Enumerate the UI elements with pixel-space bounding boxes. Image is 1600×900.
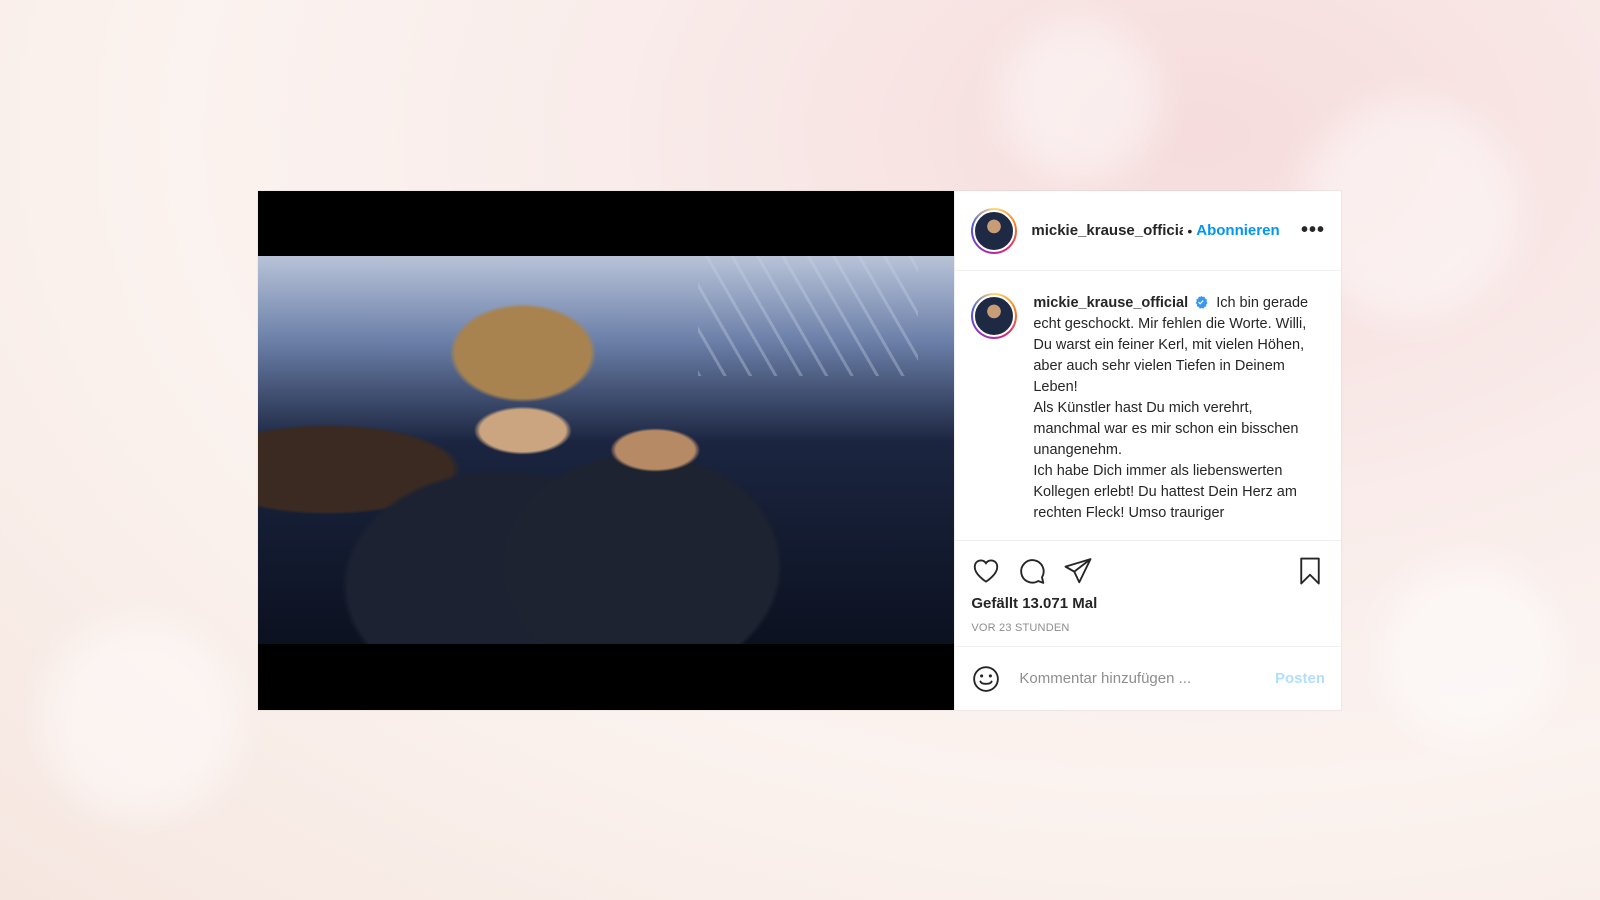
post-comment-button[interactable]: Posten xyxy=(1275,670,1325,687)
header-separator: • xyxy=(1187,222,1193,239)
comment-input[interactable] xyxy=(1017,669,1275,688)
caption-avatar[interactable] xyxy=(971,293,1018,339)
follow-button[interactable]: Abonnieren xyxy=(1196,222,1279,239)
caption-username[interactable]: mickie_krause_official xyxy=(1033,295,1188,311)
more-options-icon[interactable]: ••• xyxy=(1301,219,1325,242)
emoji-icon[interactable] xyxy=(971,664,1001,694)
header-avatar[interactable] xyxy=(971,207,1018,254)
header-username[interactable]: mickie_krause_official xyxy=(1031,222,1183,239)
caption-text: mickie_krause_official Ich bin gerade ec… xyxy=(1033,293,1313,540)
likes-count[interactable]: Gefällt 13.071 Mal xyxy=(971,595,1325,612)
post-sidebar: mickie_krause_official • Abonnieren ••• … xyxy=(954,191,1341,710)
post-video[interactable] xyxy=(258,191,955,710)
stage-truss xyxy=(698,256,918,376)
caption-section: mickie_krause_official Ich bin gerade ec… xyxy=(955,271,1341,541)
caption-line: Als Künstler hast Du mich verehrt, manch… xyxy=(1033,400,1299,458)
background-bokeh xyxy=(1000,20,1160,180)
post-header: mickie_krause_official • Abonnieren ••• xyxy=(955,191,1341,271)
caption-line: Ich habe Dich immer als liebenswerten Ko… xyxy=(1033,463,1297,521)
heart-icon[interactable] xyxy=(971,556,1001,586)
comment-icon[interactable] xyxy=(1017,556,1047,586)
verified-badge-icon xyxy=(1195,295,1208,309)
comment-bar: Posten xyxy=(955,646,1341,710)
video-frame xyxy=(258,256,955,644)
background-bokeh xyxy=(40,620,240,820)
bookmark-icon[interactable] xyxy=(1295,556,1325,586)
instagram-post: mickie_krause_official • Abonnieren ••• … xyxy=(258,191,1341,710)
action-bar: Gefällt 13.071 Mal VOR 23 STUNDEN xyxy=(955,541,1341,634)
post-timestamp[interactable]: VOR 23 STUNDEN xyxy=(971,622,1325,634)
share-icon[interactable] xyxy=(1063,556,1093,586)
background-bokeh xyxy=(1380,560,1560,740)
